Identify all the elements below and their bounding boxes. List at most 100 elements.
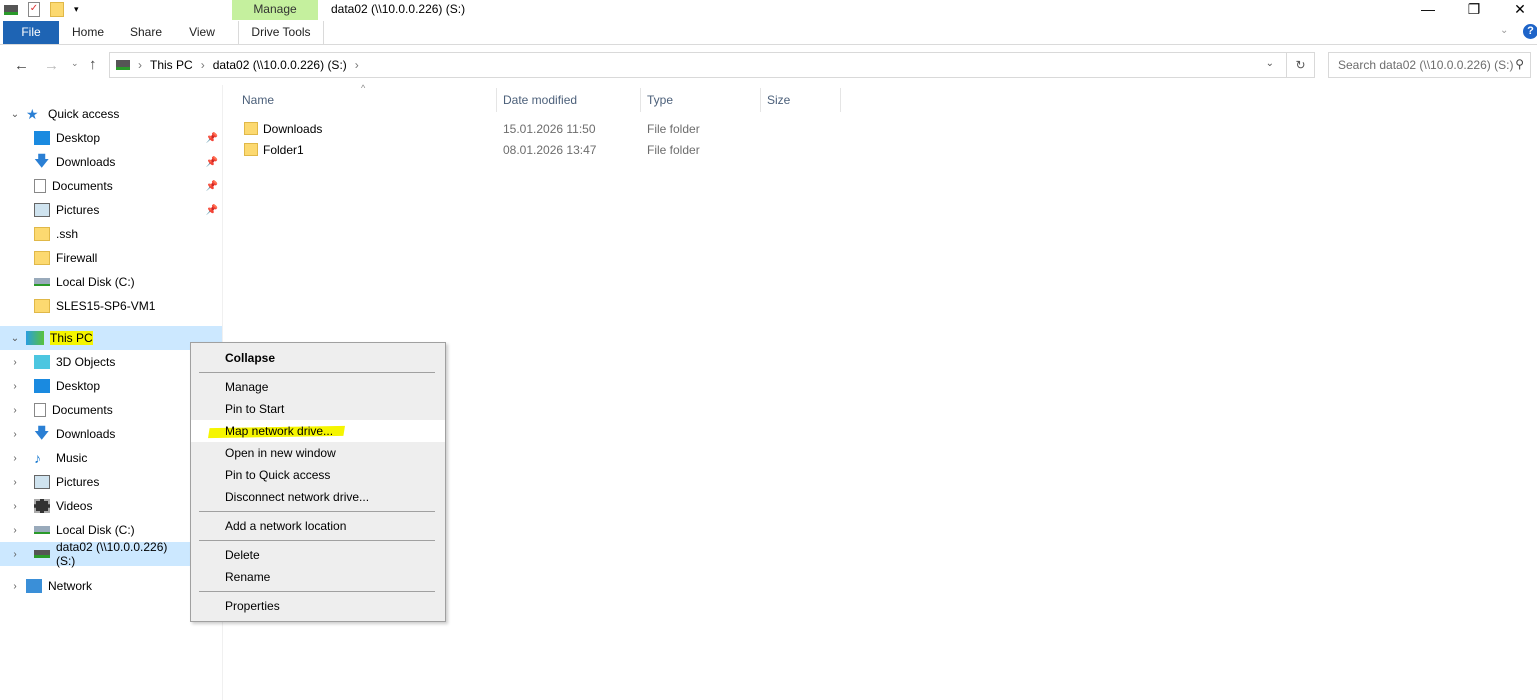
column-name[interactable]: Name xyxy=(236,88,497,112)
nav-label: Pictures xyxy=(56,203,100,217)
nav-item-firewall[interactable]: Firewall xyxy=(0,246,222,270)
menu-map-network-drive[interactable]: Map network drive... xyxy=(191,420,445,442)
file-name: Downloads xyxy=(263,121,323,136)
nav-network[interactable]: › Network xyxy=(0,574,222,598)
chevron-right-icon[interactable]: › xyxy=(8,357,22,368)
chevron-right-icon[interactable]: › xyxy=(8,549,22,560)
tab-drive-tools[interactable]: Drive Tools xyxy=(238,21,324,44)
minimize-button[interactable]: — xyxy=(1405,0,1451,20)
menu-collapse[interactable]: Collapse xyxy=(191,347,445,369)
file-type: File folder xyxy=(647,142,700,157)
chevron-right-icon[interactable]: › xyxy=(8,429,22,440)
nav-item-desktop[interactable]: › Desktop xyxy=(0,374,222,398)
close-button[interactable]: ✕ xyxy=(1497,0,1537,20)
nav-item-desktop[interactable]: Desktop 📌 xyxy=(0,126,222,150)
download-icon: 🡇 xyxy=(34,153,50,170)
recent-locations-button[interactable]: ⌄ xyxy=(71,58,79,69)
breadcrumb-this-pc[interactable]: This PC xyxy=(150,58,193,72)
expand-ribbon-icon[interactable]: ⌄ xyxy=(1500,25,1508,36)
menu-pin-to-start[interactable]: Pin to Start xyxy=(191,398,445,420)
customize-toolbar-icon[interactable]: ▾ xyxy=(74,4,79,15)
nav-label: Pictures xyxy=(56,475,100,489)
nav-item-downloads[interactable]: 🡇 Downloads 📌 xyxy=(0,150,222,174)
network-icon xyxy=(26,579,42,593)
tab-share[interactable]: Share xyxy=(117,21,175,44)
chevron-right-icon[interactable]: › xyxy=(8,525,22,536)
forward-button[interactable]: → xyxy=(44,57,59,74)
nav-label: Downloads xyxy=(56,427,116,441)
file-row[interactable]: Downloads 15.01.2026 11:50 File folder xyxy=(240,118,840,139)
folder-icon xyxy=(34,299,50,313)
menu-separator xyxy=(199,591,435,592)
nav-item-pictures[interactable]: › Pictures xyxy=(0,470,222,494)
desktop-icon xyxy=(34,131,50,145)
nav-label: Desktop xyxy=(56,379,101,393)
column-type[interactable]: Type xyxy=(641,88,761,112)
file-row[interactable]: Folder1 08.01.2026 13:47 File folder xyxy=(240,139,840,160)
nav-item-3d-objects[interactable]: › 3D Objects xyxy=(0,350,222,374)
breadcrumb-drive[interactable]: data02 (\\10.0.0.226) (S:) xyxy=(213,58,347,72)
chevron-right-icon[interactable]: › xyxy=(8,477,22,488)
back-button[interactable]: ← xyxy=(14,57,29,74)
nav-item-downloads[interactable]: › 🡇 Downloads xyxy=(0,422,222,446)
video-icon xyxy=(34,499,50,513)
refresh-button[interactable]: ↻ xyxy=(1286,53,1314,77)
nav-item-documents[interactable]: Documents 📌 xyxy=(0,174,222,198)
nav-label: Local Disk (C:) xyxy=(56,523,135,537)
nav-item-network-drive[interactable]: › data02 (\\10.0.0.226) (S:) xyxy=(0,540,190,568)
help-icon[interactable]: ? xyxy=(1523,24,1537,39)
properties-icon[interactable]: ✓ xyxy=(28,2,40,17)
context-menu: Collapse Manage Pin to Start Map network… xyxy=(190,342,446,622)
search-icon: ⚲ xyxy=(1515,57,1524,71)
chevron-right-icon[interactable]: › xyxy=(8,405,22,416)
tab-view[interactable]: View xyxy=(175,21,229,44)
menu-manage[interactable]: Manage xyxy=(191,376,445,398)
chevron-down-icon[interactable]: ⌄ xyxy=(8,109,22,120)
pin-icon: 📌 xyxy=(205,132,218,144)
nav-quick-access[interactable]: ⌄ ★ Quick access xyxy=(0,102,222,126)
nav-label: Videos xyxy=(56,499,93,513)
address-dropdown-icon[interactable]: ⌄ xyxy=(1266,58,1274,69)
chevron-right-icon[interactable]: › xyxy=(8,501,22,512)
chevron-right-icon[interactable]: › xyxy=(8,453,22,464)
nav-label: Network xyxy=(48,579,93,593)
nav-item-documents[interactable]: › Documents xyxy=(0,398,222,422)
nav-item-music[interactable]: › ♪ Music xyxy=(0,446,222,470)
restore-button[interactable]: ❐ xyxy=(1451,0,1497,20)
menu-disconnect-network-drive[interactable]: Disconnect network drive... xyxy=(191,486,445,508)
music-icon: ♪ xyxy=(34,450,41,466)
chevron-right-icon[interactable]: › xyxy=(8,381,22,392)
chevron-right-icon: › xyxy=(200,58,205,72)
chevron-right-icon[interactable]: › xyxy=(8,581,22,592)
nav-item-local-disk[interactable]: Local Disk (C:) xyxy=(0,270,222,294)
nav-item-sles[interactable]: SLES15-SP6-VM1 xyxy=(0,294,222,318)
nav-item-videos[interactable]: › Videos xyxy=(0,494,222,518)
column-size[interactable]: Size xyxy=(761,88,841,112)
disk-icon xyxy=(34,278,50,286)
menu-properties[interactable]: Properties xyxy=(191,595,445,617)
folder-icon xyxy=(34,251,50,265)
nav-item-local-disk[interactable]: › Local Disk (C:) xyxy=(0,518,222,542)
nav-this-pc[interactable]: ⌄ This PC xyxy=(0,326,222,350)
ribbon-tabs: File Home Share View Drive Tools xyxy=(0,21,1537,45)
drive-icon xyxy=(4,4,18,15)
up-button[interactable]: ↑ xyxy=(89,56,97,73)
search-input[interactable]: Search data02 (\\10.0.0.226) (S:) ⚲ xyxy=(1328,52,1531,78)
menu-add-network-location[interactable]: Add a network location xyxy=(191,515,445,537)
new-folder-icon[interactable] xyxy=(50,2,64,17)
nav-label: Local Disk (C:) xyxy=(56,275,135,289)
folder-icon xyxy=(34,227,50,241)
drive-icon xyxy=(116,60,130,70)
tab-file[interactable]: File xyxy=(3,21,59,44)
menu-delete[interactable]: Delete xyxy=(191,544,445,566)
tab-home[interactable]: Home xyxy=(59,21,117,44)
menu-pin-quick-access[interactable]: Pin to Quick access xyxy=(191,464,445,486)
nav-item-ssh[interactable]: .ssh xyxy=(0,222,222,246)
chevron-down-icon[interactable]: ⌄ xyxy=(8,333,22,344)
menu-open-new-window[interactable]: Open in new window xyxy=(191,442,445,464)
pin-icon: 📌 xyxy=(205,180,218,192)
menu-rename[interactable]: Rename xyxy=(191,566,445,588)
address-bar[interactable]: › This PC › data02 (\\10.0.0.226) (S:) ›… xyxy=(109,52,1315,78)
nav-item-pictures[interactable]: Pictures 📌 xyxy=(0,198,222,222)
column-date-modified[interactable]: Date modified xyxy=(497,88,641,112)
